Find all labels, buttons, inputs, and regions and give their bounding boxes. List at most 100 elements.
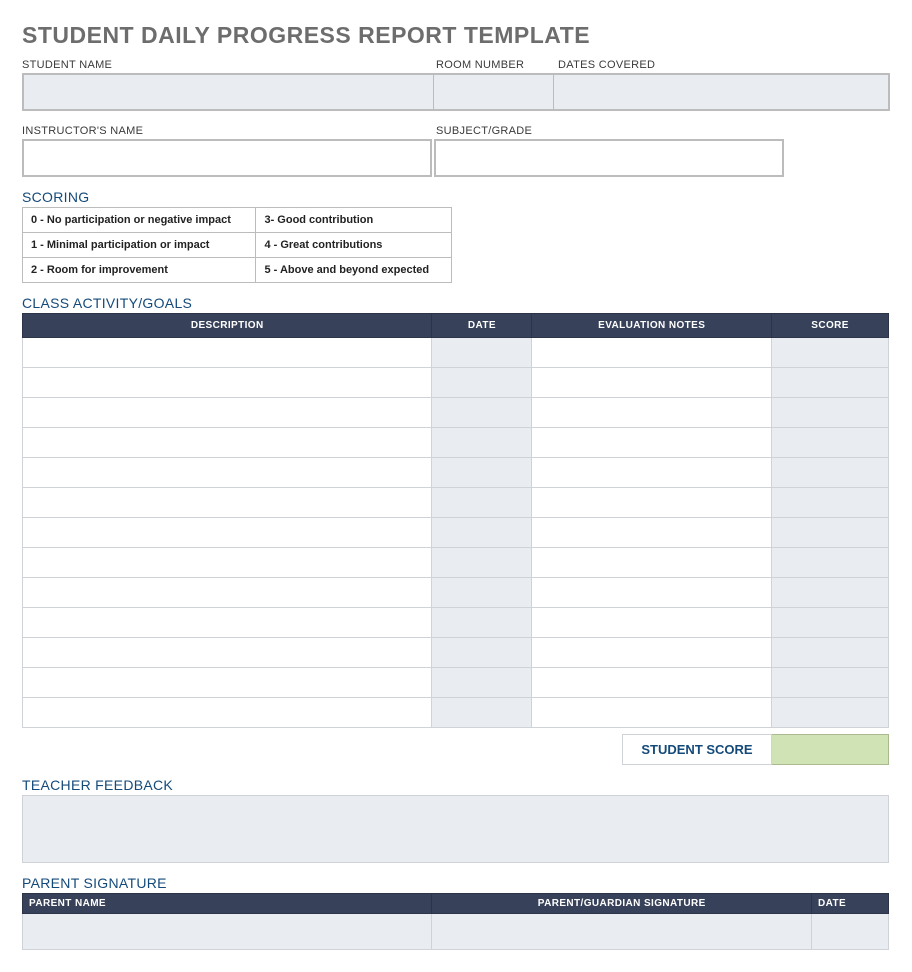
row-instructor-info (22, 139, 890, 177)
activity-header-description: DESCRIPTION (23, 314, 432, 338)
activity-description-cell[interactable] (23, 428, 432, 458)
activity-date-cell[interactable] (432, 368, 532, 398)
scoring-legend-table: 0 - No participation or negative impact … (22, 207, 452, 283)
activity-description-cell[interactable] (23, 698, 432, 728)
scoring-cell: 0 - No participation or negative impact (23, 208, 256, 233)
table-row (23, 368, 889, 398)
heading-scoring: SCORING (22, 189, 890, 205)
activity-score-cell[interactable] (772, 668, 889, 698)
table-row (23, 518, 889, 548)
activity-description-cell[interactable] (23, 488, 432, 518)
activity-header-score: SCORE (772, 314, 889, 338)
activity-notes-cell[interactable] (532, 578, 772, 608)
subject-grade-field[interactable] (434, 139, 784, 177)
activity-notes-cell[interactable] (532, 488, 772, 518)
activity-date-cell[interactable] (432, 488, 532, 518)
activity-description-cell[interactable] (23, 668, 432, 698)
activity-description-cell[interactable] (23, 518, 432, 548)
activity-score-cell[interactable] (772, 458, 889, 488)
dates-covered-field[interactable] (554, 75, 784, 109)
activity-date-cell[interactable] (432, 638, 532, 668)
activity-description-cell[interactable] (23, 548, 432, 578)
activity-score-cell[interactable] (772, 428, 889, 458)
scoring-cell: 2 - Room for improvement (23, 258, 256, 283)
heading-parent-signature: PARENT SIGNATURE (22, 875, 890, 891)
activity-date-cell[interactable] (432, 398, 532, 428)
activity-notes-cell[interactable] (532, 368, 772, 398)
activity-notes-cell[interactable] (532, 548, 772, 578)
activity-notes-cell[interactable] (532, 428, 772, 458)
scoring-cell: 4 - Great contributions (256, 233, 452, 258)
activity-score-cell[interactable] (772, 398, 889, 428)
activity-score-cell[interactable] (772, 638, 889, 668)
activity-description-cell[interactable] (23, 458, 432, 488)
parent-signature-field[interactable] (432, 914, 812, 950)
table-row (23, 398, 889, 428)
instructor-name-field[interactable] (22, 139, 432, 177)
table-row (23, 488, 889, 518)
table-row (23, 548, 889, 578)
table-row (23, 338, 889, 368)
student-score-label: STUDENT SCORE (622, 734, 772, 765)
activity-score-cell[interactable] (772, 368, 889, 398)
activity-date-cell[interactable] (432, 698, 532, 728)
activity-date-cell[interactable] (432, 608, 532, 638)
activity-score-cell[interactable] (772, 608, 889, 638)
activity-header-notes: EVALUATION NOTES (532, 314, 772, 338)
activity-date-cell[interactable] (432, 668, 532, 698)
activity-date-cell[interactable] (432, 428, 532, 458)
activity-description-cell[interactable] (23, 368, 432, 398)
activity-notes-cell[interactable] (532, 608, 772, 638)
activity-score-cell[interactable] (772, 698, 889, 728)
activity-description-cell[interactable] (23, 398, 432, 428)
label-student-name: STUDENT NAME (22, 59, 436, 71)
activity-notes-cell[interactable] (532, 698, 772, 728)
heading-activity: CLASS ACTIVITY/GOALS (22, 295, 890, 311)
activity-notes-cell[interactable] (532, 398, 772, 428)
activity-notes-cell[interactable] (532, 458, 772, 488)
activity-description-cell[interactable] (23, 578, 432, 608)
activity-header-date: DATE (432, 314, 532, 338)
table-row (23, 428, 889, 458)
table-row (23, 698, 889, 728)
table-row (23, 458, 889, 488)
scoring-cell: 1 - Minimal participation or impact (23, 233, 256, 258)
activity-date-cell[interactable] (432, 338, 532, 368)
activity-score-cell[interactable] (772, 488, 889, 518)
parent-header-name: PARENT NAME (23, 894, 432, 914)
activity-score-cell[interactable] (772, 548, 889, 578)
activity-date-cell[interactable] (432, 548, 532, 578)
label-subject-grade: SUBJECT/GRADE (436, 125, 666, 137)
label-instructor-name: INSTRUCTOR'S NAME (22, 125, 436, 137)
activity-score-cell[interactable] (772, 518, 889, 548)
student-score-row: STUDENT SCORE (22, 734, 889, 765)
activity-description-cell[interactable] (23, 638, 432, 668)
table-row (23, 578, 889, 608)
student-score-value (772, 734, 889, 765)
room-number-field[interactable] (434, 75, 554, 109)
activity-date-cell[interactable] (432, 578, 532, 608)
student-name-field[interactable] (24, 75, 434, 109)
heading-feedback: TEACHER FEEDBACK (22, 777, 890, 793)
label-room-number: ROOM NUMBER (436, 59, 558, 71)
activity-notes-cell[interactable] (532, 668, 772, 698)
label-dates-covered: DATES COVERED (558, 59, 788, 71)
activity-description-cell[interactable] (23, 338, 432, 368)
table-row (23, 608, 889, 638)
activity-notes-cell[interactable] (532, 638, 772, 668)
parent-date-field[interactable] (812, 914, 889, 950)
scoring-cell: 3- Good contribution (256, 208, 452, 233)
parent-header-signature: PARENT/GUARDIAN SIGNATURE (432, 894, 812, 914)
page-title: STUDENT DAILY PROGRESS REPORT TEMPLATE (22, 22, 890, 49)
teacher-feedback-field[interactable] (22, 795, 889, 863)
activity-description-cell[interactable] (23, 608, 432, 638)
activity-date-cell[interactable] (432, 518, 532, 548)
activity-notes-cell[interactable] (532, 338, 772, 368)
activity-score-cell[interactable] (772, 578, 889, 608)
activity-date-cell[interactable] (432, 458, 532, 488)
activity-notes-cell[interactable] (532, 518, 772, 548)
parent-name-field[interactable] (23, 914, 432, 950)
scoring-cell: 5 - Above and beyond expected (256, 258, 452, 283)
activity-table: DESCRIPTION DATE EVALUATION NOTES SCORE (22, 313, 889, 728)
activity-score-cell[interactable] (772, 338, 889, 368)
